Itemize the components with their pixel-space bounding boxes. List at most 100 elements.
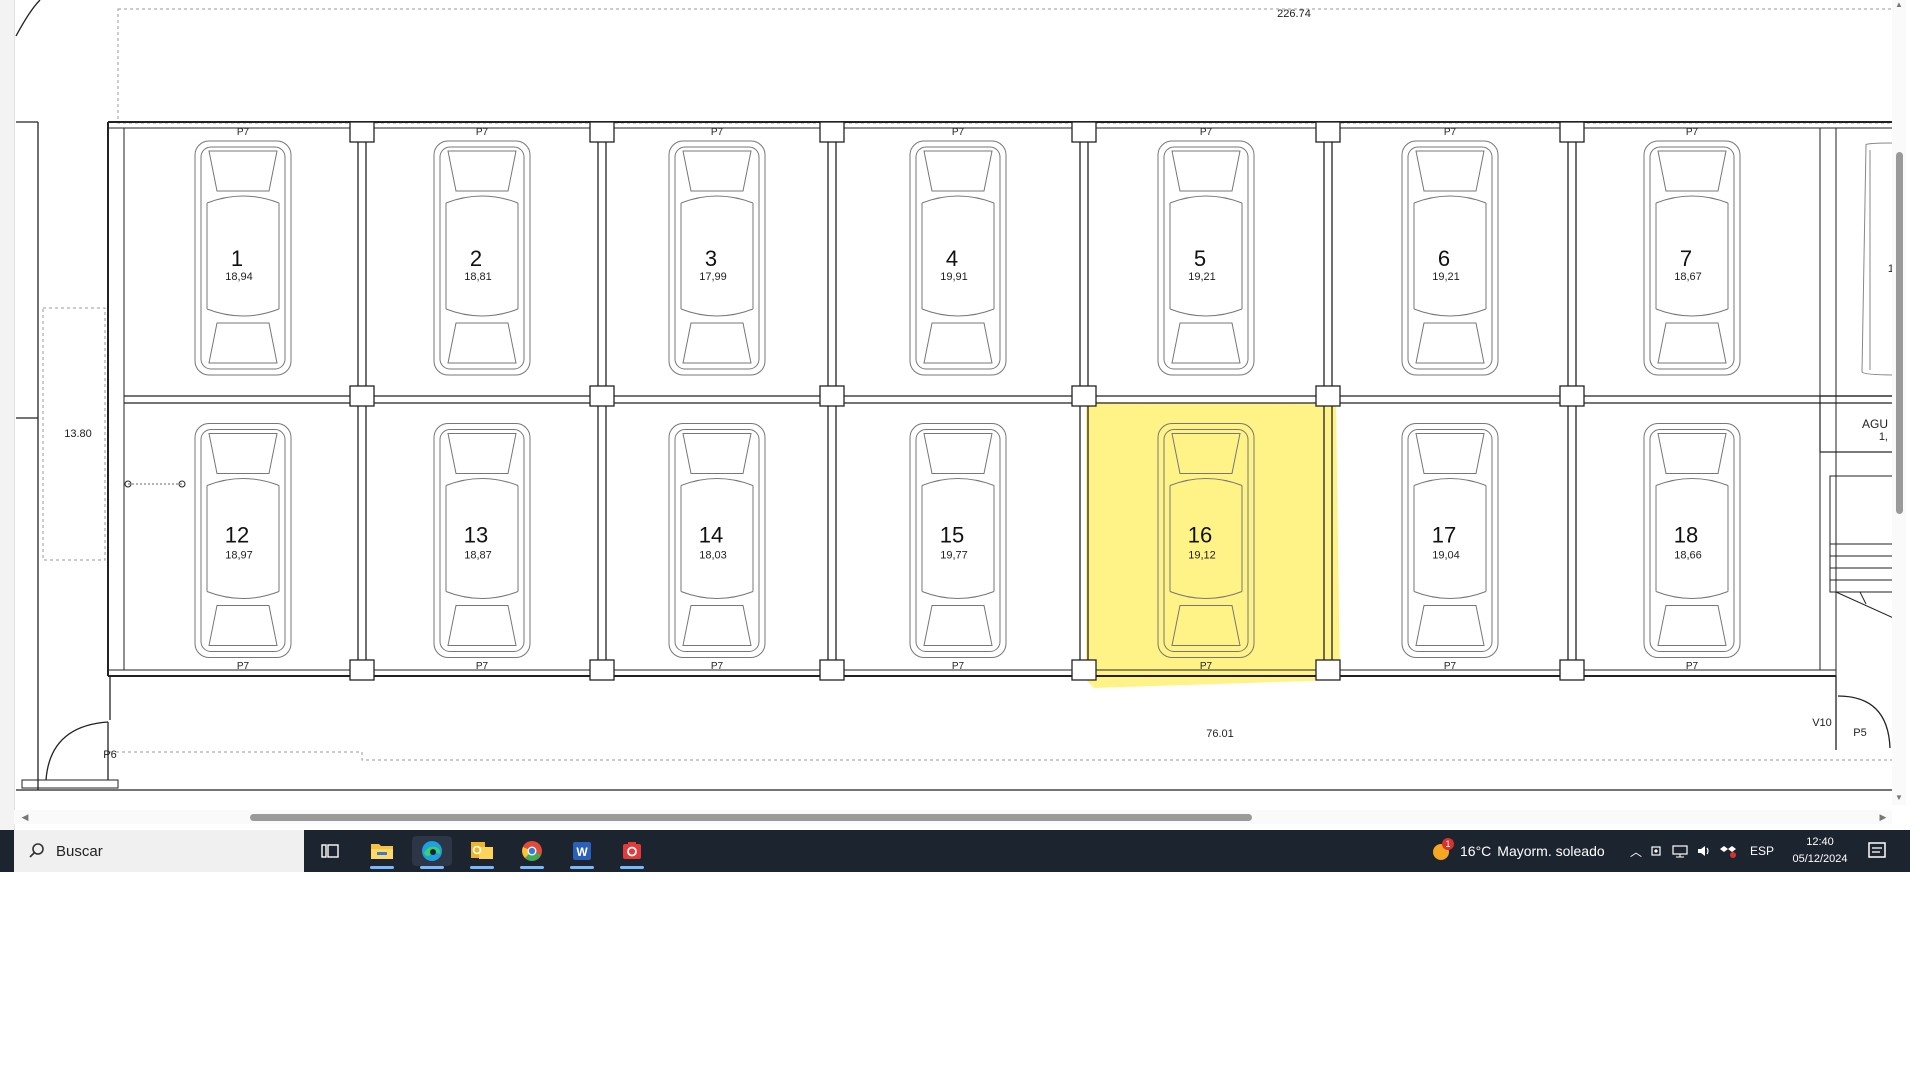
car-roof-front <box>1655 478 1729 486</box>
car-windshield <box>208 150 278 192</box>
car-roof-front <box>1413 195 1487 204</box>
door-arc-top <box>15 0 41 37</box>
column-pillar <box>1071 659 1097 681</box>
outlook-icon <box>471 842 493 859</box>
column-pillar <box>819 385 845 407</box>
volume-icon[interactable] <box>1696 844 1712 858</box>
car-rear-window <box>1415 605 1485 646</box>
column-pillar <box>589 659 615 681</box>
car-windshield <box>1415 433 1485 474</box>
car-windshield <box>923 150 993 192</box>
slot-area: 18,94 <box>225 271 253 283</box>
network-icon[interactable] <box>1672 844 1688 858</box>
file-explorer-button[interactable] <box>362 836 402 869</box>
weather-widget[interactable]: 1 16°C Mayorm. soleado <box>1430 830 1605 872</box>
column-pillar <box>349 385 375 407</box>
outlook-button[interactable] <box>462 836 502 869</box>
car-windshield <box>1171 150 1241 192</box>
weather-badge: 1 <box>1442 838 1454 850</box>
door-code-label: P7 <box>711 661 724 672</box>
task-view-icon <box>321 844 339 858</box>
slot-number: 17 <box>1432 523 1456 548</box>
door-code-label: P7 <box>952 661 965 672</box>
slot-area: 19,12 <box>1188 550 1216 562</box>
chrome-button[interactable] <box>512 836 552 869</box>
slot-number: 1 <box>231 246 243 271</box>
chevron-up-icon[interactable]: ︿ <box>1630 843 1642 860</box>
column-pillar <box>819 121 845 143</box>
edge-car <box>1861 142 1892 376</box>
car-roof-front <box>1413 478 1487 486</box>
column-pillar <box>349 659 375 681</box>
slot-number: 2 <box>470 246 482 271</box>
slot-number: 18 <box>1674 523 1698 548</box>
slot-area: 19,91 <box>940 271 968 283</box>
slot-area: 18,81 <box>464 271 492 283</box>
horizontal-scrollbar[interactable]: ◀ ▶ <box>14 810 1892 824</box>
notifications-icon[interactable] <box>1866 840 1888 862</box>
slot-number: 6 <box>1438 246 1450 271</box>
window-v10-label: V10 <box>1812 717 1832 729</box>
car-roof-rear <box>206 591 280 599</box>
car-roof-front <box>445 195 519 204</box>
door-p5-label: P5 <box>1853 727 1866 739</box>
slot-area: 18,87 <box>464 550 492 562</box>
edge-icon <box>422 841 442 861</box>
column-pillar <box>589 121 615 143</box>
car-roof-rear <box>445 308 519 317</box>
vertical-scroll-thumb[interactable] <box>1896 152 1903 514</box>
car-rear-window <box>447 605 517 646</box>
word-button[interactable]: W <box>562 836 602 869</box>
slot-number: 14 <box>699 523 723 548</box>
search-placeholder: Buscar <box>56 842 103 860</box>
snipping-tool-button[interactable] <box>612 836 652 869</box>
right-edge <box>1910 830 1920 872</box>
task-view-button[interactable] <box>310 836 350 866</box>
car-roof-rear <box>921 308 995 317</box>
car-roof-front <box>680 478 754 486</box>
column-pillar <box>1559 385 1585 407</box>
left-dimension-label: 13.80 <box>64 428 92 440</box>
column-pillar <box>589 385 615 407</box>
scroll-down-arrow[interactable]: ▼ <box>1894 793 1904 803</box>
column-pillar <box>1071 121 1097 143</box>
search-icon <box>28 842 46 860</box>
car-windshield <box>208 433 278 474</box>
column-pillar <box>1071 385 1097 407</box>
car-roof-front <box>921 195 995 204</box>
car-roof-rear <box>206 308 280 317</box>
door-code-label: P7 <box>1444 661 1457 672</box>
slot-area: 18,97 <box>225 550 253 562</box>
room-agu-value: 1, <box>1879 431 1888 443</box>
car-roof-rear <box>445 591 519 599</box>
clock[interactable]: 12:40 05/12/2024 <box>1780 834 1860 868</box>
vertical-scrollbar[interactable]: ▲ ▼ <box>1892 0 1906 805</box>
taskbar-search[interactable]: Buscar <box>14 830 304 872</box>
edge-button[interactable] <box>412 836 452 869</box>
clock-time: 12:40 <box>1806 836 1834 848</box>
dropbox-icon[interactable] <box>1720 844 1737 858</box>
horizontal-scroll-thumb[interactable] <box>250 814 1252 821</box>
column-pillar <box>1315 659 1341 681</box>
language-indicator[interactable]: ESP <box>1750 844 1774 858</box>
car-roof-front <box>680 195 754 204</box>
drawing-viewer[interactable]: 226.74 13.80 76.01 P6 P5 V10 AGU 1, 1 1 … <box>0 0 1920 830</box>
meet-now-icon[interactable] <box>1650 844 1664 858</box>
bottom-dimension-line <box>110 751 1892 761</box>
scroll-right-arrow[interactable]: ▶ <box>1878 811 1888 823</box>
slot-number: 7 <box>1680 246 1692 271</box>
car-roof-rear <box>1655 308 1729 317</box>
slot-area: 18,67 <box>1674 271 1702 283</box>
slot-number: 5 <box>1194 246 1206 271</box>
weather-text: Mayorm. soleado <box>1497 843 1605 859</box>
slot-area: 19,21 <box>1188 271 1216 283</box>
car-rear-window <box>1415 322 1485 364</box>
slot-number: 3 <box>705 246 717 271</box>
car-roof-rear <box>1169 308 1243 317</box>
system-tray: ︿ ESP <box>1630 830 1774 872</box>
top-dimension-label: 226.74 <box>1277 8 1311 20</box>
scroll-up-arrow[interactable]: ▲ <box>1894 0 1904 10</box>
scroll-left-arrow[interactable]: ◀ <box>20 811 30 823</box>
stairs <box>1829 475 1892 618</box>
column-pillar <box>1315 121 1341 143</box>
